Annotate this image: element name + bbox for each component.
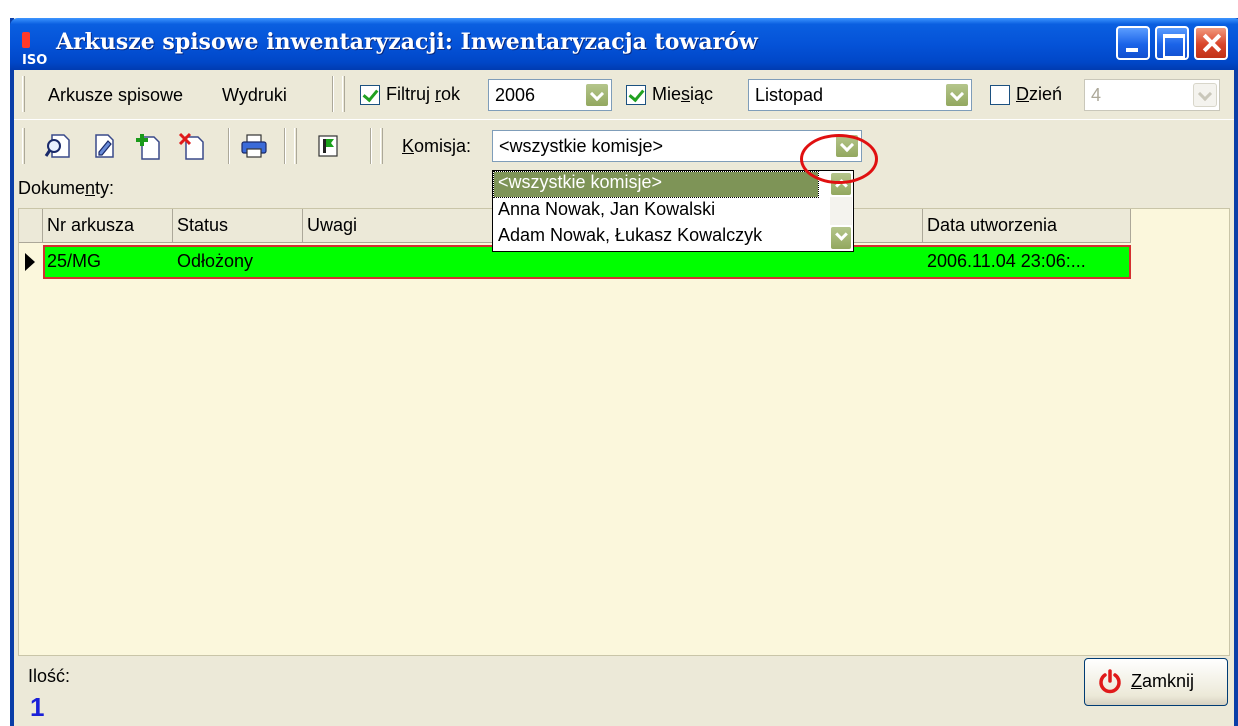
dropdown-option[interactable]: Anna Nowak, Jan Kowalski [494,199,818,224]
dropdown-option[interactable]: <wszystkie komisje> [493,171,819,198]
chevron-down-icon[interactable] [1193,83,1217,107]
toolbar-separator [284,128,286,164]
toolbar-grip[interactable] [342,76,345,112]
row-indicator-header [19,209,43,243]
close-button-label: Zamknij [1131,671,1195,691]
chevron-down-icon[interactable] [585,83,609,107]
dropdown-option[interactable]: Adam Nowak, Łukasz Kowalczyk [494,225,818,250]
toolbar-grip[interactable] [380,128,383,164]
cell-data: 2006.11.04 23:06:... [927,251,1086,271]
menu-wydruki[interactable]: Wydruki [222,85,287,106]
main-window: ISO Arkusze spisowe inwentaryzacji: Inwe… [10,18,1238,726]
maximize-icon[interactable] [1155,26,1189,60]
flag-icon[interactable] [314,132,342,160]
filter-day-checkbox[interactable] [990,85,1010,105]
filter-day-label: Dzień [1016,84,1063,104]
power-icon [1099,669,1121,694]
delete-document-icon[interactable] [178,132,206,160]
filter-year-label: Filtruj rok [386,84,461,104]
documents-grid[interactable]: Nr arkusza Status Uwagi Data utworzenia … [18,208,1230,656]
filter-month-checkbox[interactable] [626,85,646,105]
scroll-down-icon[interactable] [830,226,852,250]
chevron-down-icon[interactable] [945,83,969,107]
day-select[interactable]: 4 [1084,79,1220,111]
month-select[interactable]: Listopad [748,79,972,111]
toolbar-separator [228,128,230,164]
title-bar[interactable]: ISO Arkusze spisowe inwentaryzacji: Inwe… [10,18,1238,70]
menu-arkusze-spisowe[interactable]: Arkusze spisowe [48,85,183,106]
komisja-dropdown-list[interactable]: <wszystkie komisje> Anna Nowak, Jan Kowa… [492,170,854,252]
filter-toolbar: Arkusze spisowe Wydruki Filtruj rok 2006… [14,70,1234,120]
close-button[interactable]: Zamknij [1084,658,1228,706]
documents-label: Dokumenty: [18,178,115,198]
column-header-nr[interactable]: Nr arkusza [43,209,173,243]
close-icon[interactable] [1194,26,1228,60]
current-row-indicator-icon [25,253,35,271]
window-title: Arkusze spisowe inwentaryzacji: Inwentar… [56,29,758,55]
edit-document-icon[interactable] [90,132,118,160]
toolbar-grip[interactable] [22,76,25,112]
count-label: Ilość: [28,666,71,686]
toolbar-separator [370,128,372,164]
toolbar-separator [332,76,334,112]
action-toolbar: Komisja: <wszystkie komisje> [14,122,1234,170]
filter-month-label: Miesiąc [652,84,714,104]
toolbar-grip[interactable] [22,128,25,164]
cell-nr: 25/MG [47,251,102,271]
komisja-label: Komisja: [402,136,472,156]
print-icon[interactable] [240,132,268,160]
column-header-data[interactable]: Data utworzenia [923,209,1131,243]
minimize-icon[interactable] [1116,26,1150,60]
app-icon: ISO [22,32,52,68]
year-select[interactable]: 2006 [488,79,612,111]
toolbar-grip[interactable] [294,128,297,164]
cell-status: Odłożony [177,251,254,271]
view-document-icon[interactable] [44,132,72,160]
filter-year-checkbox[interactable] [360,85,380,105]
count-value: 1 [30,692,45,722]
highlight-ring [800,134,878,184]
scrollbar-track[interactable] [830,197,852,225]
add-document-icon[interactable] [134,132,162,160]
column-header-status[interactable]: Status [173,209,303,243]
